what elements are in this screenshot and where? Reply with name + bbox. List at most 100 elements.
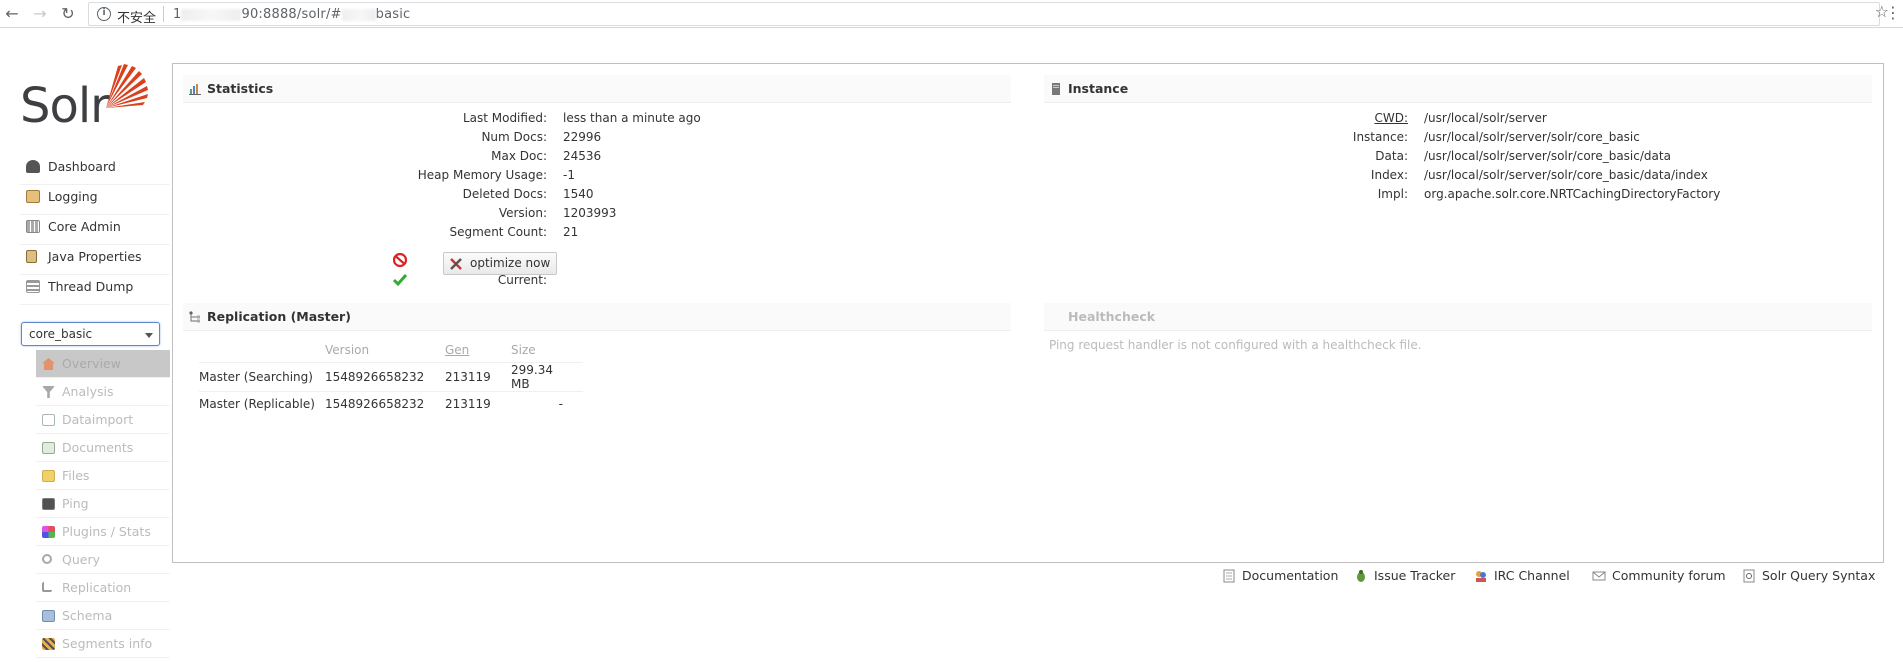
column-header: Version [325, 342, 370, 357]
footer-link-issue-tracker[interactable]: Issue Tracker [1354, 568, 1455, 583]
stat-row: Num Docs: 22996 [183, 128, 701, 147]
instance-key: CWD: [1374, 111, 1408, 125]
content-panel: Statistics Last Modified: less than a min… [172, 63, 1884, 563]
instance-key: Data: [1375, 149, 1408, 163]
healthcheck-title: Healthcheck [1068, 309, 1156, 324]
column-header [199, 338, 325, 362]
java-properties-icon [26, 250, 37, 263]
stat-value: less than a minute ago [563, 111, 701, 125]
core-menu-item-dataimport[interactable]: Dataimport [36, 406, 170, 434]
table-cell: 299.34 MB [511, 361, 583, 391]
core-menu-item-plugins-stats[interactable]: Plugins / Stats [36, 518, 170, 546]
thread-dump-icon [26, 280, 40, 293]
stat-value: 22996 [563, 130, 602, 144]
server-icon [1052, 83, 1060, 95]
logo-text: Solr [20, 78, 110, 134]
table-cell: - [511, 390, 583, 417]
home-icon [42, 358, 55, 370]
core-menu-label: Query [62, 552, 100, 567]
core-menu-item-overview[interactable]: Overview [36, 350, 170, 378]
table-cell: 213119 [445, 390, 511, 417]
nav-item-thread-dump[interactable]: Thread Dump [20, 275, 170, 305]
nav-item-dashboard[interactable]: Dashboard [20, 155, 170, 185]
replication-table: Version Gen Size Master (Searching) 1548… [199, 338, 583, 417]
core-selector[interactable]: core_basic [21, 322, 160, 346]
nav-item-java-properties[interactable]: Java Properties [20, 245, 170, 275]
core-menu-item-ping[interactable]: Ping [36, 490, 170, 518]
instance-row: Instance: /usr/local/solr/server/solr/cor… [1044, 128, 1720, 147]
solr-logo[interactable]: Solr [20, 62, 150, 134]
stat-value: 1540 [563, 187, 594, 201]
footer-link-label: Solr Query Syntax [1762, 568, 1876, 583]
footer-link-irc-channel[interactable]: IRC Channel [1474, 568, 1570, 583]
stat-row: Heap Memory Usage: -1 [183, 166, 701, 185]
url-middle: 90:8888/solr/# [241, 7, 342, 22]
footer-link-community-forum[interactable]: Community forum [1592, 568, 1726, 583]
stat-row: Current: [183, 271, 547, 290]
table-cell: 1548926658232 [325, 361, 445, 391]
footer-link-solr-query-syntax[interactable]: Solr Query Syntax [1742, 568, 1875, 583]
core-menu: Overview Analysis Dataimport Documents F… [36, 350, 170, 658]
core-menu-item-files[interactable]: Files [36, 462, 170, 490]
core-menu-item-documents[interactable]: Documents [36, 434, 170, 462]
stat-row: Segment Count: 21 [183, 223, 701, 242]
checkmark-icon [393, 274, 407, 287]
instance-row: Index: /usr/local/solr/server/solr/core_b… [1044, 166, 1720, 185]
replication-icon [189, 311, 200, 323]
chevron-down-icon [145, 333, 153, 338]
core-menu-item-analysis[interactable]: Analysis [36, 378, 170, 406]
current-row: Current: [183, 271, 547, 290]
nav-item-label: Core Admin [48, 219, 121, 234]
funnel-icon [42, 386, 55, 398]
forward-icon[interactable]: → [30, 4, 50, 24]
column-header: Gen [445, 342, 470, 357]
table-row: Master (Searching) 1548926658232 213119 … [199, 361, 583, 391]
stat-key: Segment Count: [449, 225, 548, 239]
instance-header: Instance [1044, 75, 1872, 103]
instance-key: Instance: [1352, 130, 1408, 144]
core-menu-item-schema[interactable]: Schema [36, 602, 170, 630]
segments-icon [42, 638, 55, 650]
stat-row: Deleted Docs: 1540 [183, 185, 701, 204]
core-menu-item-query[interactable]: Query [36, 546, 170, 574]
reload-icon[interactable]: ↻ [58, 4, 78, 24]
browser-toolbar: ← → ↻ i 不安全 1 90:8888/solr/# basic ☆ ⋮ [0, 0, 1903, 28]
instance-value: /usr/local/solr/server/solr/core_basic/d… [1424, 168, 1708, 182]
query-syntax-icon [1743, 569, 1755, 583]
address-bar[interactable]: i 不安全 1 90:8888/solr/# basic [88, 2, 1880, 26]
main-navigation: Dashboard Logging Core Admin Java Proper… [20, 155, 170, 305]
browser-menu-icon[interactable]: ⋮ [1885, 4, 1901, 22]
footer-link-documentation[interactable]: Documentation [1222, 568, 1338, 583]
nav-item-logging[interactable]: Logging [20, 185, 170, 215]
info-icon[interactable]: i [97, 7, 111, 21]
instance-value: /usr/local/solr/server [1424, 111, 1547, 125]
statistics-header: Statistics [183, 75, 1011, 103]
instance-row: Impl: org.apache.solr.core.NRTCachingDire… [1044, 185, 1721, 204]
stat-row: Max Doc: 24536 [183, 147, 701, 166]
documents-icon [42, 442, 55, 454]
instance-list: CWD: /usr/local/solr/server Instance: /usr… [1044, 109, 1720, 204]
current-label: Current: [497, 273, 547, 287]
url-prefix: 1 [173, 7, 182, 22]
core-menu-item-segments-info[interactable]: Segments info [36, 630, 170, 658]
dashboard-icon [26, 160, 40, 173]
instance-title: Instance [1068, 81, 1129, 96]
terminal-icon [42, 498, 55, 510]
nav-item-label: Thread Dump [48, 279, 134, 294]
stat-row: Last Modified: less than a minute ago [183, 109, 701, 128]
nav-item-core-admin[interactable]: Core Admin [20, 215, 170, 245]
core-menu-label: Ping [62, 496, 89, 511]
core-menu-item-replication[interactable]: Replication [36, 574, 170, 602]
url-redaction [181, 8, 242, 21]
instance-key: Index: [1370, 168, 1408, 182]
stat-key: Heap Memory Usage: [417, 168, 547, 182]
stat-key: Max Doc: [491, 149, 547, 163]
stat-value: 24536 [563, 149, 602, 163]
footer-link-label: Documentation [1242, 568, 1339, 583]
stat-value: 1203993 [563, 206, 617, 220]
book-icon [42, 610, 55, 622]
stat-row: Version: 1203993 [183, 204, 701, 223]
core-menu-label: Dataimport [62, 412, 134, 427]
back-icon[interactable]: ← [2, 4, 22, 24]
url-text[interactable]: 1 90:8888/solr/# basic [173, 7, 410, 22]
